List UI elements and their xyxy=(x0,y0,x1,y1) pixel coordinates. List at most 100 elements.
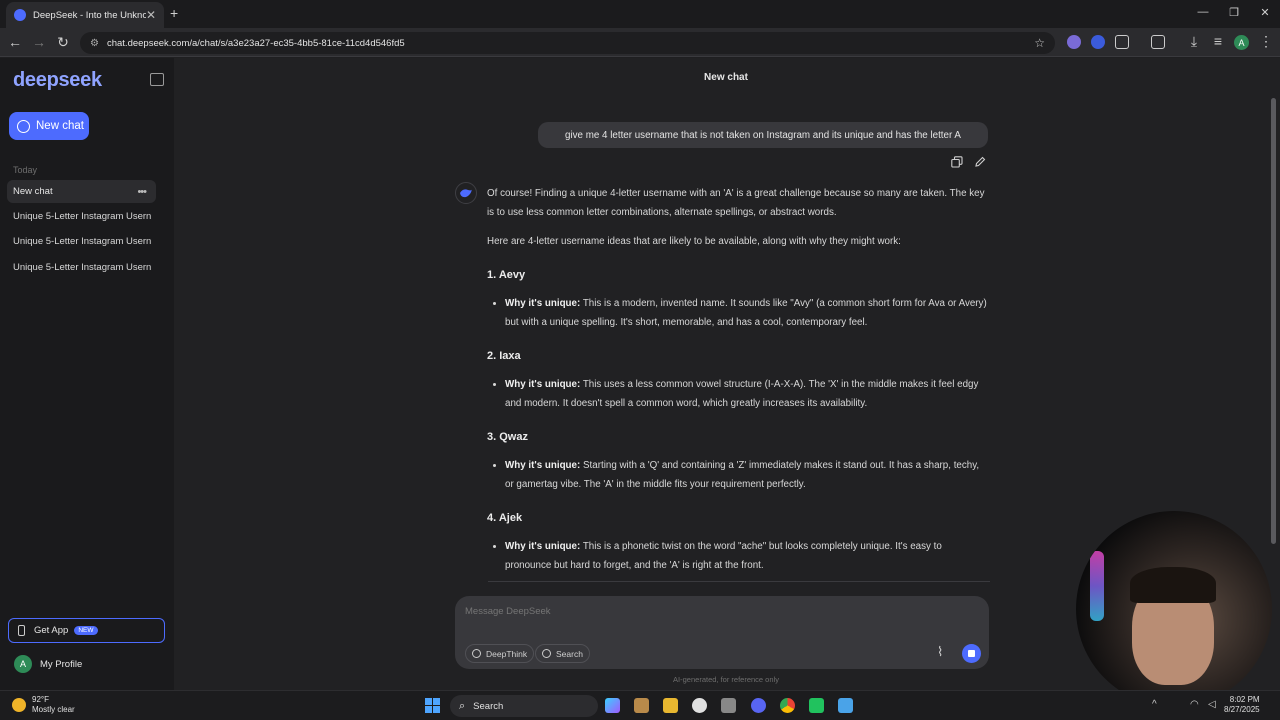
clock-date: 8/27/2025 xyxy=(1224,705,1260,714)
streamer-hair xyxy=(1130,567,1216,603)
response-intro: Here are 4-letter username ideas that ar… xyxy=(487,236,901,247)
collapse-sidebar-icon[interactable] xyxy=(150,73,164,86)
deepseek-whale-icon xyxy=(455,182,477,204)
browser-tab[interactable]: DeepSeek - Into the Unknown ✕ xyxy=(6,2,164,28)
taskbar-search[interactable]: ⌕ Search xyxy=(450,695,598,717)
history-section-label: Today xyxy=(13,165,38,175)
history-item-label: New chat xyxy=(13,186,53,197)
more-options-icon[interactable]: ••• xyxy=(137,186,147,198)
new-tab-icon[interactable]: + xyxy=(170,5,178,21)
idea-heading: 4. Ajek xyxy=(487,512,523,524)
avatar: A xyxy=(14,655,32,673)
page-title: New chat xyxy=(704,72,748,83)
volume-icon[interactable]: ◁ xyxy=(1208,699,1216,710)
back-icon[interactable]: ← xyxy=(7,34,23,50)
weather-widget[interactable]: 92°F Mostly clear xyxy=(12,695,75,715)
search-label: Search xyxy=(556,648,583,659)
stop-generation-button[interactable] xyxy=(962,644,981,663)
user-message: give me 4 letter username that is not ta… xyxy=(538,122,988,148)
extensions-puzzle-icon[interactable] xyxy=(1115,35,1129,49)
history-item-active[interactable]: New chat ••• xyxy=(7,180,156,203)
new-chat-button[interactable]: New chat xyxy=(9,112,89,140)
why-label: Why it's unique: xyxy=(505,379,581,390)
tab-title: DeepSeek - Into the Unknown xyxy=(33,9,146,21)
my-profile-button[interactable]: A My Profile xyxy=(14,655,82,673)
rgb-light xyxy=(1090,551,1104,621)
minimize-icon[interactable]: — xyxy=(1196,6,1210,18)
site-info-icon[interactable]: ⚙ xyxy=(90,38,99,49)
search-toggle[interactable]: Search xyxy=(535,644,590,663)
weather-condition: Mostly clear xyxy=(32,705,75,714)
browser-toolbar: ← → ↻ ⚙ chat.deepseek.com/a/chat/s/a3e23… xyxy=(0,28,1280,57)
phone-icon xyxy=(18,625,25,636)
idea-reason: Why it's unique: This is a modern, inven… xyxy=(505,294,987,332)
notepad-icon[interactable] xyxy=(838,698,853,713)
bookmark-star-icon[interactable]: ☆ xyxy=(1034,36,1045,50)
cast-icon[interactable] xyxy=(1151,35,1165,49)
scrollbar[interactable] xyxy=(1271,98,1276,544)
weather-moon-icon xyxy=(12,698,26,712)
get-app-button[interactable]: Get App NEW xyxy=(8,618,165,643)
deepseek-logo[interactable]: deepseek xyxy=(13,69,102,92)
media-control-icon[interactable]: ≡ xyxy=(1210,33,1226,49)
taskbar-search-label: Search xyxy=(473,700,504,712)
clock-app-icon[interactable] xyxy=(692,698,707,713)
divider xyxy=(488,581,990,582)
idea-reason: Why it's unique: Starting with a 'Q' and… xyxy=(505,456,987,494)
extension-icon[interactable] xyxy=(1067,35,1081,49)
reload-icon[interactable]: ↻ xyxy=(55,34,71,51)
store-icon[interactable] xyxy=(634,698,649,713)
attach-paperclip-icon[interactable]: ⌇ xyxy=(937,644,943,660)
app-icon[interactable] xyxy=(809,698,824,713)
chrome-icon[interactable] xyxy=(780,698,795,713)
forward-icon[interactable]: → xyxy=(31,34,47,50)
menu-kebab-icon[interactable]: ⋮ xyxy=(1258,33,1274,50)
file-explorer-icon[interactable] xyxy=(663,698,678,713)
why-label: Why it's unique: xyxy=(505,460,581,471)
sidebar: deepseek New chat Today New chat ••• Uni… xyxy=(0,58,174,690)
download-icon[interactable]: ⤓ xyxy=(1186,33,1202,50)
history-item[interactable]: Unique 5-Letter Instagram Usern xyxy=(13,211,153,222)
window-close-icon[interactable]: ✕ xyxy=(1258,6,1272,19)
my-profile-label: My Profile xyxy=(40,658,83,670)
new-chat-icon xyxy=(17,119,30,133)
stop-icon xyxy=(968,650,975,657)
obs-icon[interactable] xyxy=(721,698,736,713)
new-badge: NEW xyxy=(74,626,98,635)
tray-chevron-icon[interactable]: ^ xyxy=(1152,699,1157,710)
message-input[interactable] xyxy=(465,606,965,617)
webcam-overlay xyxy=(1076,511,1272,707)
why-label: Why it's unique: xyxy=(505,541,581,552)
why-label: Why it's unique: xyxy=(505,298,581,309)
windows-start-icon[interactable] xyxy=(425,698,440,713)
wifi-icon[interactable]: ◠ xyxy=(1190,699,1199,710)
idea-heading: 2. Iaxa xyxy=(487,350,521,362)
deepseek-favicon-icon xyxy=(14,9,26,21)
deepthink-icon xyxy=(472,649,481,658)
copilot-icon[interactable] xyxy=(605,698,620,713)
history-item[interactable]: Unique 5-Letter Instagram Usern xyxy=(13,236,153,247)
search-icon: ⌕ xyxy=(459,699,466,712)
deepthink-label: DeepThink xyxy=(486,648,528,659)
clock-time: 8:02 PM xyxy=(1229,695,1260,704)
new-chat-label: New chat xyxy=(36,120,84,132)
taskbar-clock[interactable]: 8:02 PM 8/27/2025 xyxy=(1224,695,1260,715)
restore-icon[interactable]: ❐ xyxy=(1227,6,1241,19)
address-bar[interactable]: ⚙ chat.deepseek.com/a/chat/s/a3e23a27-ec… xyxy=(80,32,1055,54)
deepthink-toggle[interactable]: DeepThink xyxy=(465,644,535,663)
browser-tab-strip: DeepSeek - Into the Unknown ✕ + — ❐ ✕ xyxy=(0,0,1280,28)
browser-profile-avatar[interactable]: A xyxy=(1234,35,1249,50)
globe-icon xyxy=(542,649,551,658)
copy-icon[interactable] xyxy=(951,156,963,168)
url-text: chat.deepseek.com/a/chat/s/a3e23a27-ec35… xyxy=(106,37,405,49)
history-item[interactable]: Unique 5-Letter Instagram Usern xyxy=(13,262,153,273)
tab-close-icon[interactable]: ✕ xyxy=(146,8,156,22)
idea-reason: Why it's unique: This uses a less common… xyxy=(505,375,987,413)
extension-icon[interactable] xyxy=(1091,35,1105,49)
discord-icon[interactable] xyxy=(751,698,766,713)
idea-heading: 1. Aevy xyxy=(487,269,526,281)
temperature: 92°F xyxy=(32,695,49,704)
assistant-response: Of course! Finding a unique 4-letter use… xyxy=(487,184,987,575)
edit-icon[interactable] xyxy=(974,156,986,168)
windows-taskbar: 92°F Mostly clear ⌕ Search ^ ◠ ◁ 8:02 PM… xyxy=(0,690,1280,720)
